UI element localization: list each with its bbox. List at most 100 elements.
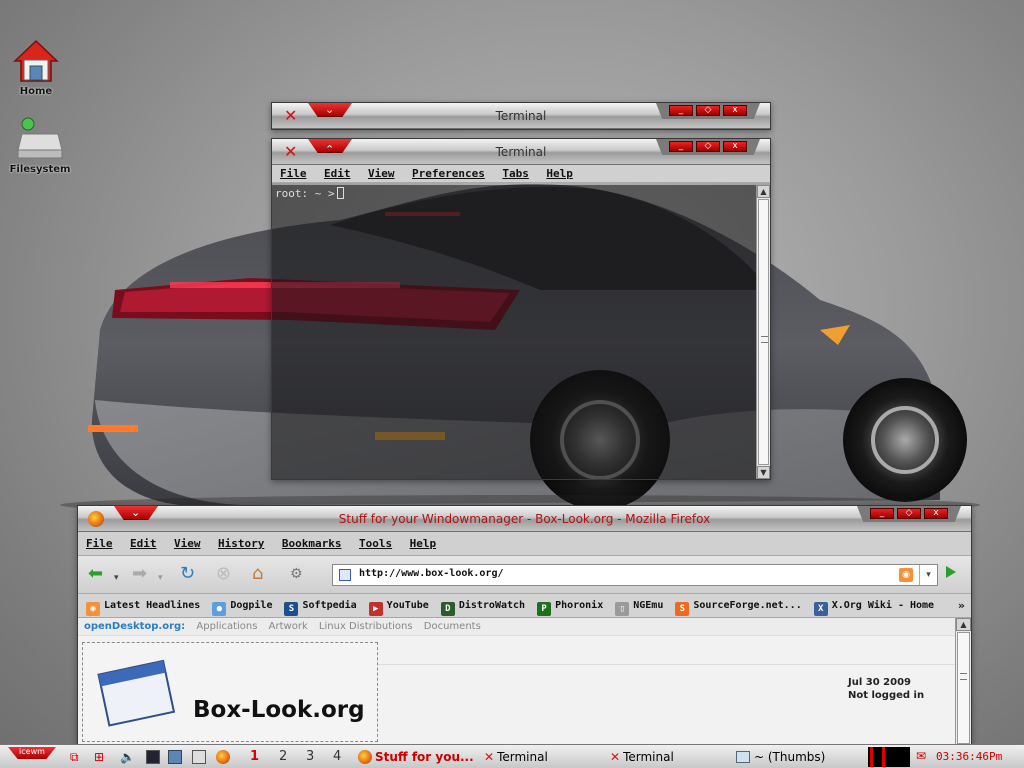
computer-launcher-icon[interactable]	[192, 750, 206, 764]
desktop-icon-filesystem[interactable]: Filesystem	[5, 116, 75, 175]
menu-preferences[interactable]: Preferences	[412, 165, 485, 183]
web-page-content[interactable]: openDesktop.org: Applications Artwork Li…	[78, 618, 971, 744]
box-look-logo-icon[interactable]	[97, 657, 177, 730]
mail-icon[interactable]: ✉	[916, 749, 930, 763]
window-menu-tab[interactable]	[308, 139, 352, 153]
titlebar[interactable]: ✕ Terminal _ ◇ x	[272, 139, 770, 165]
clock[interactable]: 03:36:46Pm	[936, 745, 1002, 768]
xorg-icon: X	[813, 602, 828, 616]
od-link-artwork[interactable]: Artwork	[269, 621, 308, 632]
terminal-launcher-icon[interactable]	[146, 750, 160, 764]
menu-file[interactable]: File	[280, 165, 307, 183]
page-scrollbar[interactable]: ▲	[955, 618, 971, 744]
bookmark-phoronix[interactable]: P Phoronix	[537, 594, 603, 617]
forward-history-dropdown-icon[interactable]: ▾	[158, 568, 163, 588]
bookmark-distrowatch[interactable]: D DistroWatch	[440, 594, 525, 617]
maximize-button[interactable]: ◇	[897, 508, 921, 519]
scroll-down-arrow-icon[interactable]: ▼	[757, 466, 770, 479]
site-title[interactable]: Box-Look.org	[193, 697, 365, 723]
menu-help[interactable]: Help	[410, 535, 437, 553]
workspace-1[interactable]: 1	[250, 745, 259, 768]
terminal-scrollbar[interactable]: ▲ ▼	[756, 185, 770, 479]
menu-history[interactable]: History	[218, 535, 264, 553]
youtube-icon: ▶	[368, 602, 383, 616]
url-history-dropdown-icon[interactable]: ▾	[919, 565, 937, 585]
maximize-button[interactable]: ◇	[696, 141, 720, 152]
close-x-icon[interactable]: ✕	[284, 139, 297, 165]
back-arrow-icon[interactable]: ⬅	[88, 564, 103, 584]
forward-arrow-icon[interactable]: ➡	[132, 564, 147, 584]
menu-help[interactable]: Help	[546, 165, 573, 183]
bookmark-sourceforge[interactable]: S SourceForge.net...	[675, 594, 802, 617]
firefox-launcher-icon[interactable]	[216, 750, 230, 764]
desktop-icon-home[interactable]: Home	[1, 38, 71, 97]
close-button[interactable]: x	[924, 508, 948, 519]
bookmark-rss[interactable]: ◉ Latest Headlines	[86, 594, 200, 617]
stop-icon[interactable]: ⊗	[216, 564, 231, 584]
task-terminal-2[interactable]: ✕ Terminal	[610, 745, 674, 768]
scroll-thumb[interactable]	[758, 199, 769, 465]
cpu-monitor[interactable]	[868, 747, 910, 767]
menu-edit[interactable]: Edit	[130, 535, 157, 553]
od-link-documents[interactable]: Documents	[424, 621, 481, 632]
menu-tabs[interactable]: Tabs	[502, 165, 529, 183]
terminal-window[interactable]: ✕ Terminal _ ◇ x File Edit View Preferen…	[271, 138, 771, 480]
plugin-icon[interactable]: ⚙	[290, 564, 303, 584]
back-history-dropdown-icon[interactable]: ▾	[114, 568, 119, 588]
close-button[interactable]: x	[723, 105, 747, 116]
firefox-icon[interactable]	[88, 511, 104, 527]
window-menu-tab[interactable]	[114, 506, 158, 520]
minimize-button[interactable]: _	[669, 141, 693, 152]
header-divider	[378, 664, 955, 665]
start-menu-button[interactable]: icewm	[8, 747, 56, 759]
opendesktop-brand-link[interactable]: openDesktop.org:	[84, 621, 185, 632]
go-arrow-icon[interactable]	[946, 566, 956, 578]
bookmark-page[interactable]: ▯ NGEmu	[615, 594, 663, 617]
terminal-output[interactable]: root: ~ > ▲ ▼	[272, 185, 770, 479]
rss-feed-icon[interactable]: ◉	[899, 568, 913, 582]
minimize-button[interactable]: _	[669, 105, 693, 116]
task-terminal-1[interactable]: ✕ Terminal	[484, 745, 548, 768]
menu-edit[interactable]: Edit	[324, 165, 351, 183]
minimize-button[interactable]: _	[870, 508, 894, 519]
hard-drive-icon	[5, 116, 75, 162]
workspace-3[interactable]: 3	[306, 745, 314, 768]
firefox-window[interactable]: Stuff for your Windowmanager - Box-Look.…	[77, 505, 972, 745]
menu-view[interactable]: View	[368, 165, 395, 183]
scroll-up-arrow-icon[interactable]: ▲	[956, 618, 971, 631]
titlebar[interactable]: ✕ Terminal _ ◇ x	[272, 103, 770, 129]
menu-bookmarks[interactable]: Bookmarks	[282, 535, 342, 553]
workspace-2[interactable]: 2	[279, 745, 287, 768]
window-controls: _ ◇ x	[656, 103, 760, 119]
terminal-window-shaded[interactable]: ✕ Terminal _ ◇ x	[271, 102, 771, 130]
bookmarks-overflow-button[interactable]: »	[958, 594, 965, 617]
network-icon[interactable]: ⊞	[94, 750, 108, 764]
menu-tools[interactable]: Tools	[359, 535, 392, 553]
close-x-icon[interactable]: ✕	[284, 103, 297, 129]
workspace-4[interactable]: 4	[333, 745, 341, 768]
maximize-button[interactable]: ◇	[696, 105, 720, 116]
task-thumbs[interactable]: ~ (Thumbs)	[736, 745, 825, 768]
task-firefox[interactable]: Stuff for you...	[358, 745, 474, 768]
bookmark-xorg[interactable]: X X.Org Wiki - Home	[813, 594, 934, 617]
url-text[interactable]: http://www.box-look.org/	[359, 568, 504, 579]
od-link-applications[interactable]: Applications	[196, 621, 257, 632]
scroll-up-arrow-icon[interactable]: ▲	[757, 185, 770, 198]
titlebar[interactable]: Stuff for your Windowmanager - Box-Look.…	[78, 506, 971, 532]
window-menu-tab[interactable]	[308, 103, 352, 117]
window-list-icon[interactable]: ⧉	[70, 750, 84, 764]
volume-icon[interactable]: 🔈	[120, 750, 135, 764]
task-label: ~ (Thumbs)	[754, 750, 826, 764]
menu-view[interactable]: View	[174, 535, 201, 553]
reload-icon[interactable]: ↻	[180, 564, 195, 584]
url-bar[interactable]: http://www.box-look.org/ ◉ ▾	[332, 564, 938, 586]
bookmark-softpedia[interactable]: S Softpedia	[284, 594, 357, 617]
bookmark-youtube[interactable]: ▶ YouTube	[368, 594, 429, 617]
close-button[interactable]: x	[723, 141, 747, 152]
file-manager-launcher-icon[interactable]	[168, 750, 182, 764]
menu-file[interactable]: File	[86, 535, 113, 553]
home-page-icon[interactable]: ⌂	[252, 564, 263, 584]
bookmark-dogpile[interactable]: ● Dogpile	[212, 594, 272, 617]
od-link-linux-distributions[interactable]: Linux Distributions	[319, 621, 413, 632]
scroll-thumb[interactable]	[957, 632, 970, 744]
